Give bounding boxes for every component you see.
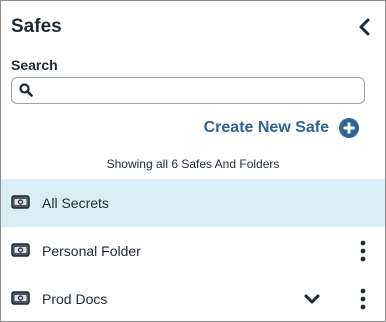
safe-row-prod-docs[interactable]: Prod Docs xyxy=(1,275,385,321)
safes-list: All Secrets Personal Folder Prod Docs xyxy=(1,179,385,321)
search-icon xyxy=(19,83,33,97)
chevron-left-icon xyxy=(359,18,370,36)
collapse-panel-button[interactable] xyxy=(357,17,373,37)
create-new-safe-label: Create New Safe xyxy=(203,119,329,136)
safe-icon xyxy=(11,291,30,305)
more-options-icon[interactable] xyxy=(353,240,373,262)
panel-header: Safes xyxy=(1,1,385,49)
search-input[interactable] xyxy=(40,80,356,100)
chevron-down-icon[interactable] xyxy=(303,292,321,306)
safe-row-label: Prod Docs xyxy=(42,291,108,307)
safe-icon xyxy=(11,195,30,209)
safe-icon xyxy=(11,243,30,257)
safe-row-all-secrets[interactable]: All Secrets xyxy=(1,179,385,227)
safe-row-label: All Secrets xyxy=(42,195,109,211)
create-new-safe-button[interactable]: Create New Safe xyxy=(204,117,359,139)
search-label: Search xyxy=(11,57,58,73)
search-box[interactable] xyxy=(11,77,365,104)
safes-count-text: Showing all 6 Safes And Folders xyxy=(106,157,280,171)
safes-panel: Safes Search Create New Safe Showing all… xyxy=(0,0,386,322)
safe-row-label: Personal Folder xyxy=(42,243,141,259)
more-options-icon[interactable] xyxy=(353,288,373,310)
plus-circle-icon xyxy=(339,118,359,138)
safe-row-personal-folder[interactable]: Personal Folder xyxy=(1,227,385,275)
panel-title: Safes xyxy=(11,16,62,37)
